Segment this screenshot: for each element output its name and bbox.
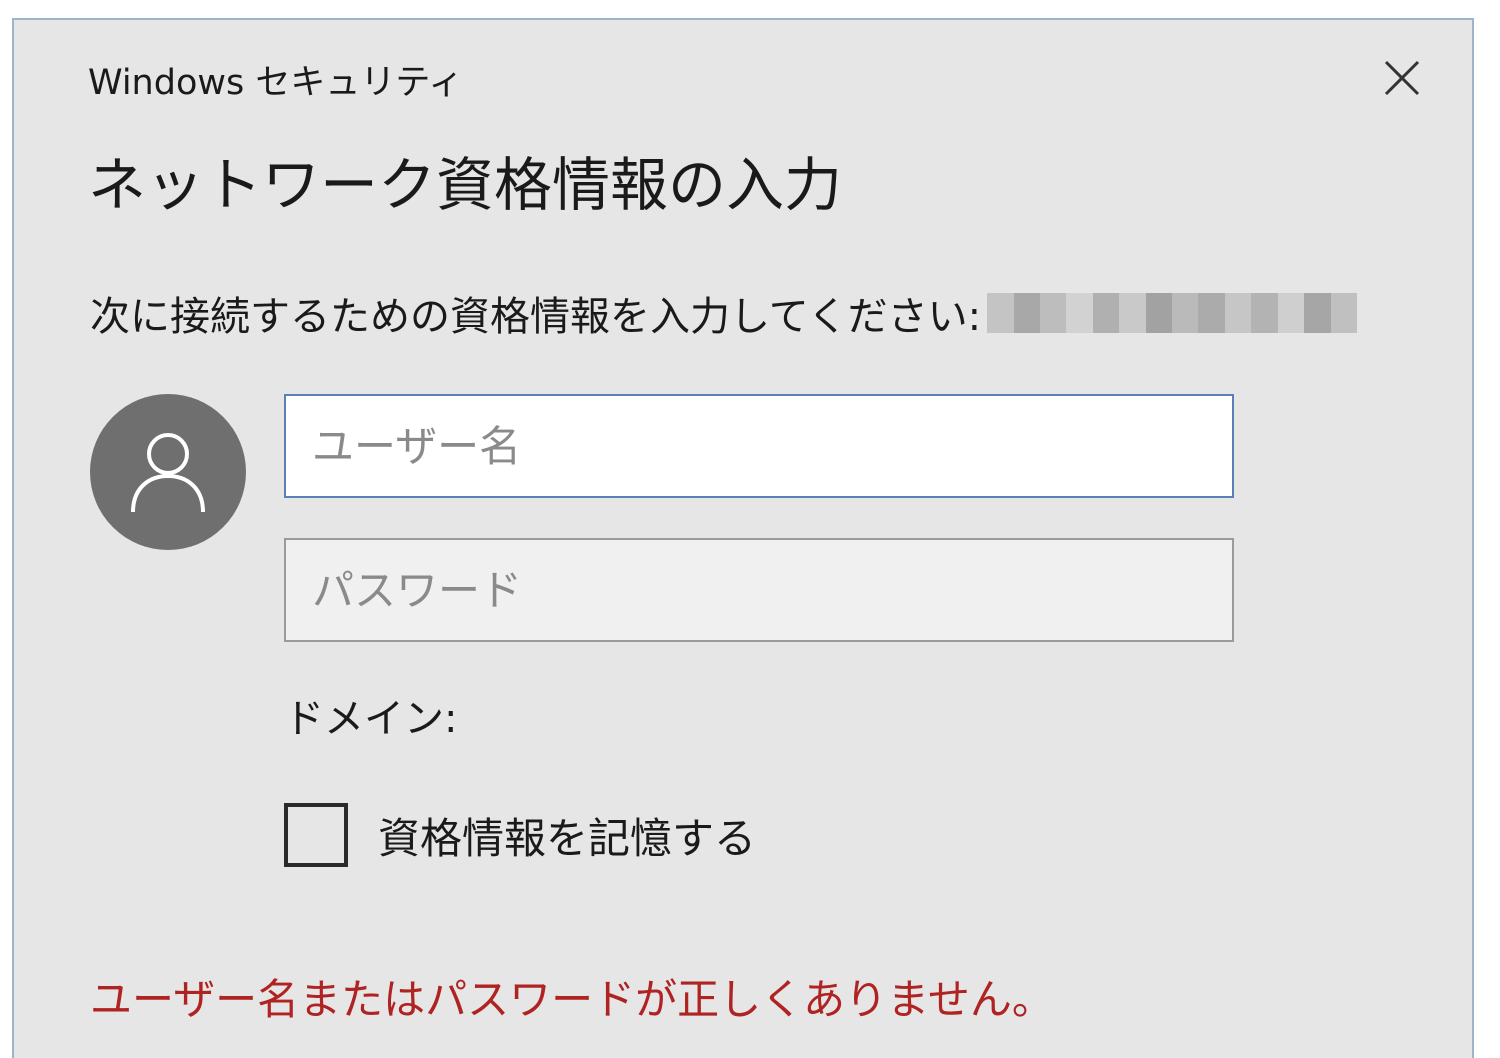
close-button[interactable] [1374,50,1430,106]
remember-credentials-checkbox-row[interactable]: 資格情報を記憶する [284,802,756,868]
domain-label: ドメイン: [284,696,458,742]
user-icon [131,433,205,513]
dialog-heading: ネットワーク資格情報の入力 [88,151,843,219]
remember-credentials-checkbox[interactable] [284,803,348,867]
remember-credentials-label: 資格情報を記憶する [378,813,757,863]
prompt-row: 次に接続するための資格情報を入力してください: [90,286,1357,340]
username-input[interactable] [284,394,1234,498]
redacted-target-name [987,293,1357,333]
avatar [90,394,246,550]
window-title: Windows セキュリティ [88,63,464,103]
error-message: ユーザー名またはパスワードが正しくありません。 [90,975,1054,1024]
password-input[interactable] [284,538,1234,642]
close-icon [1384,60,1420,96]
prompt-text: 次に接続するための資格情報を入力してください: [90,294,982,340]
windows-security-dialog: Windows セキュリティ ネットワーク資格情報の入力 次に接続するための資格… [12,18,1474,1058]
